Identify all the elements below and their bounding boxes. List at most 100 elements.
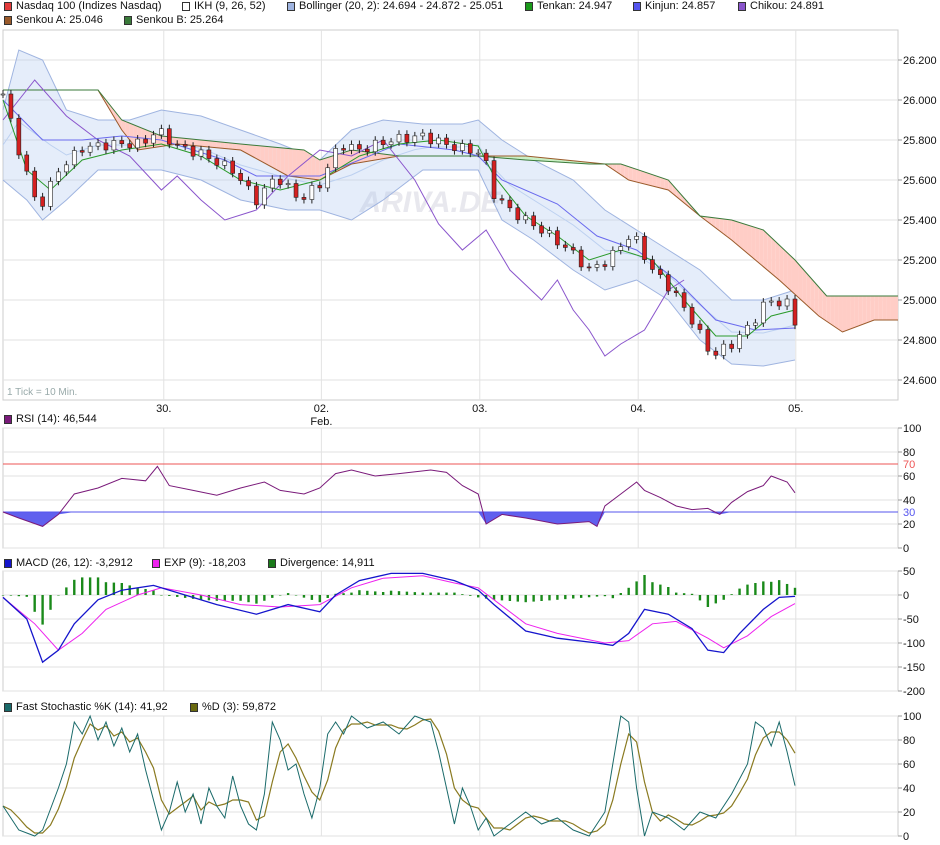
ichimoku-cloud-segment: [319, 158, 324, 180]
divergence-bar: [793, 587, 797, 595]
candle-body: [0, 93, 6, 96]
divergence-bar: [271, 595, 274, 598]
candle-body: [705, 329, 711, 352]
divergence-bar: [453, 592, 456, 595]
legend-label: Fast Stochastic %K (14): 41,92: [16, 701, 168, 713]
legend-swatch: [152, 558, 160, 568]
legend-rsi: RSI (14): 46,544: [4, 413, 97, 425]
candle-body: [737, 334, 742, 349]
candle-body: [103, 142, 109, 151]
candle-body: [135, 138, 140, 149]
legend-divergence: Divergence: 14,911: [268, 557, 375, 569]
divergence-bar: [516, 595, 519, 602]
divergence-bar: [500, 595, 504, 601]
candle-body: [182, 144, 188, 147]
legend-swatch: [4, 15, 12, 25]
panel-frame: [2, 427, 899, 549]
divergence-bar: [41, 595, 44, 625]
legend-label: EXP (9): -18,203: [164, 557, 246, 569]
candle-body: [626, 239, 631, 247]
candle-body: [721, 343, 727, 356]
y-tick-label: 0: [903, 831, 909, 843]
ichimoku-cloud-segment: [795, 260, 799, 298]
divergence-bar: [659, 584, 662, 595]
divergence-bar: [698, 595, 702, 601]
ichimoku-cloud-segment: [189, 138, 194, 146]
divergence-bar: [635, 581, 638, 595]
candle-body: [602, 264, 608, 267]
y-tick-label: 100: [903, 423, 921, 435]
y-tick-label: -100: [903, 638, 925, 650]
candle-body: [658, 269, 663, 275]
y-tick-label: 25.200: [903, 255, 937, 267]
candle-body: [610, 250, 616, 267]
y-tick-label: -150: [903, 662, 925, 674]
divergence-bar: [286, 593, 290, 595]
candle-body: [190, 145, 196, 157]
candle-body: [222, 160, 228, 166]
candle-body: [269, 178, 275, 189]
divergence-bar: [611, 595, 615, 599]
ichimoku-cloud-segment: [264, 146, 269, 166]
candle-body: [301, 197, 307, 200]
legend-label: Kinjun: 24.857: [645, 0, 716, 12]
divergence-bar: [318, 595, 321, 603]
ichimoku-cloud-segment: [276, 147, 281, 172]
candle-body: [333, 148, 338, 169]
candle-body: [309, 185, 315, 200]
legend-macd: MACD (26, 12): -3,2912: [4, 557, 133, 569]
divergence-bar: [564, 595, 567, 600]
ichimoku-cloud-segment: [743, 223, 748, 254]
candle-body: [87, 145, 93, 153]
y-tick-label: 0: [903, 543, 909, 555]
candle-body: [8, 93, 14, 119]
divergence-bar: [231, 595, 234, 601]
ichimoku-cloud-segment: [640, 170, 645, 184]
candle-body: [634, 236, 639, 240]
legend-senkou-b: Senkou B: 25.264: [124, 14, 223, 26]
divergence-bar: [397, 591, 401, 595]
candle-body: [254, 185, 259, 206]
y-tick-label: 60: [903, 759, 915, 771]
candle-body: [681, 292, 687, 308]
divergence-bar: [358, 590, 361, 595]
legend-swatch: [190, 702, 198, 712]
candle-body: [372, 139, 378, 153]
divergence-bar: [762, 581, 765, 595]
y-tick-label: 0: [903, 590, 909, 602]
ichimoku-cloud-segment: [759, 228, 764, 267]
candle-body: [578, 249, 584, 268]
divergence-bar: [168, 595, 171, 596]
candle-body: [48, 180, 53, 207]
divergence-bar: [73, 579, 76, 595]
candle-body: [119, 140, 125, 145]
divergence-bar: [461, 594, 464, 595]
divergence-bar: [603, 595, 607, 597]
divergence-bar: [572, 595, 575, 599]
legend-swatch: [4, 702, 12, 712]
candle-body: [467, 143, 473, 154]
divergence-bar: [730, 594, 733, 595]
divergence-bar: [374, 591, 377, 595]
candle-body: [792, 298, 798, 326]
divergence-bar: [619, 593, 622, 595]
ichimoku-cloud-segment: [644, 172, 649, 185]
divergence-bar: [770, 581, 773, 595]
ichimoku-cloud-segment: [787, 252, 792, 291]
ichimoku-cloud-segment: [224, 142, 229, 149]
y-tick-label: 20: [903, 807, 915, 819]
ichimoku-cloud-segment: [648, 173, 653, 186]
divergence-bar: [33, 595, 36, 612]
divergence-bar: [247, 595, 250, 603]
candle-body: [198, 149, 204, 157]
ichimoku-cloud-segment: [854, 296, 859, 328]
x-tick-label: 05.: [788, 403, 803, 415]
candle-body: [64, 164, 69, 173]
divergence-bar: [279, 595, 282, 596]
x-tick-label: 03.: [472, 403, 487, 415]
candle-body: [238, 173, 243, 181]
divergence-bar: [421, 592, 424, 595]
divergence-bar: [682, 593, 686, 595]
legend-label: Divergence: 14,911: [280, 557, 375, 569]
divergence-bar: [413, 592, 417, 595]
